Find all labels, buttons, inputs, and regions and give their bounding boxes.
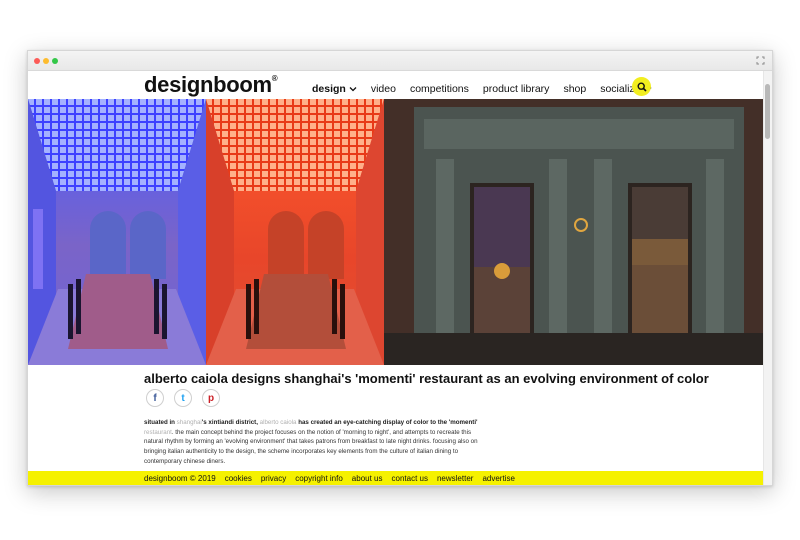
site-logo[interactable]: designboom® — [144, 72, 278, 98]
maximize-window-button[interactable] — [52, 58, 58, 64]
nav-item-shop[interactable]: shop — [563, 83, 586, 95]
footer-link-copyright-info[interactable]: copyright info — [295, 474, 343, 483]
nav-item-design[interactable]: design — [312, 83, 357, 95]
main-nav: design video competitions product librar… — [312, 83, 666, 95]
close-window-button[interactable] — [34, 58, 40, 64]
site-header: designboom® design video competitions pr… — [28, 71, 765, 99]
hero-image-blue-dining-room — [28, 99, 206, 365]
hero-image-red-dining-room — [206, 99, 384, 365]
link-shanghai[interactable]: shanghai — [177, 419, 202, 426]
facebook-icon: f — [153, 392, 157, 404]
twitter-share-button[interactable]: t — [174, 389, 192, 407]
chevron-down-icon — [349, 87, 357, 92]
footer-copyright: designboom © 2019 — [144, 473, 216, 483]
nav-item-competitions[interactable]: competitions — [410, 83, 469, 95]
share-buttons: f t p — [146, 389, 220, 407]
article-body: situated in shanghai's xintiandi distric… — [144, 419, 478, 465]
link-alberto-caiola[interactable]: alberto caiola — [260, 419, 297, 426]
nav-item-video[interactable]: video — [371, 83, 396, 95]
fullscreen-icon[interactable] — [755, 55, 766, 66]
footer-link-newsletter[interactable]: newsletter — [437, 474, 473, 483]
footer-link-advertise[interactable]: advertise — [482, 474, 514, 483]
footer-link-privacy[interactable]: privacy — [261, 474, 286, 483]
hero-image-collage — [28, 99, 765, 365]
footer-link-about-us[interactable]: about us — [352, 474, 383, 483]
hero-image-restaurant-facade — [384, 99, 765, 365]
article-title: alberto caiola designs shanghai's 'momen… — [144, 371, 709, 386]
pinterest-icon: p — [207, 392, 215, 404]
site-footer: designboom © 2019 cookies privacy copyri… — [28, 471, 765, 485]
footer-link-cookies[interactable]: cookies — [225, 474, 252, 483]
pinterest-share-button[interactable]: p — [202, 389, 220, 407]
search-icon — [636, 81, 647, 92]
minimize-window-button[interactable] — [43, 58, 49, 64]
search-button[interactable] — [632, 77, 651, 96]
scrollbar-thumb[interactable] — [765, 84, 770, 139]
twitter-icon: t — [181, 392, 185, 404]
facebook-share-button[interactable]: f — [146, 389, 164, 407]
nav-item-product-library[interactable]: product library — [483, 83, 550, 95]
browser-window: designboom® design video competitions pr… — [27, 50, 773, 486]
window-titlebar — [28, 51, 772, 71]
footer-link-contact-us[interactable]: contact us — [392, 474, 428, 483]
link-restaurant[interactable]: restaurant — [144, 429, 172, 436]
